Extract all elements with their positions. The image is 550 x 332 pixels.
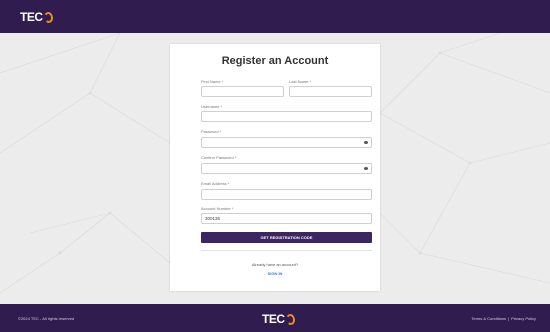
logo-arc-icon xyxy=(42,10,54,24)
first-name-label: First Name * xyxy=(201,79,224,84)
password-label: Password * xyxy=(201,129,222,134)
email-label: Email Address * xyxy=(201,181,230,186)
already-have-account-text: Already have an account? xyxy=(251,262,299,267)
show-confirm-password-icon[interactable] xyxy=(364,167,368,170)
copyright-text: ©2024 TEC - All rights reserved xyxy=(18,316,75,321)
show-password-icon[interactable] xyxy=(364,141,368,144)
last-name-label: Last Name * xyxy=(289,79,312,84)
first-name-field[interactable] xyxy=(201,86,284,97)
password-field[interactable] xyxy=(201,137,372,148)
legal-separator: | xyxy=(508,316,510,321)
confirm-password-label: Confirm Password * xyxy=(201,155,237,160)
confirm-password-field[interactable] xyxy=(201,163,372,174)
footer: ©2024 TEC - All rights reserved TEC Term… xyxy=(0,304,550,332)
page-title: Register an Account xyxy=(221,55,329,67)
get-registration-code-button[interactable]: GET REGISTRATION CODE xyxy=(201,232,372,243)
header-logo[interactable]: TEC xyxy=(20,10,54,24)
email-field[interactable] xyxy=(201,189,372,200)
legal-links: Terms & Conditions | Privacy Policy xyxy=(471,316,536,321)
sign-in-link[interactable]: SIGN IN xyxy=(0,271,550,276)
form-divider xyxy=(201,250,372,251)
terms-link[interactable]: Terms & Conditions xyxy=(471,316,506,321)
last-name-field[interactable] xyxy=(289,86,372,97)
username-field[interactable] xyxy=(201,111,372,122)
footer-logo-text: TEC xyxy=(262,312,285,326)
username-label: Username * xyxy=(201,104,223,109)
footer-logo[interactable]: TEC xyxy=(262,312,296,326)
footer-logo-arc-icon xyxy=(284,312,296,326)
account-number-label: Account Number * xyxy=(201,206,234,211)
logo-text: TEC xyxy=(20,10,43,24)
account-number-field[interactable]: 300136 xyxy=(201,213,372,224)
privacy-link[interactable]: Privacy Policy xyxy=(511,316,536,321)
top-navbar: TEC xyxy=(0,0,550,33)
